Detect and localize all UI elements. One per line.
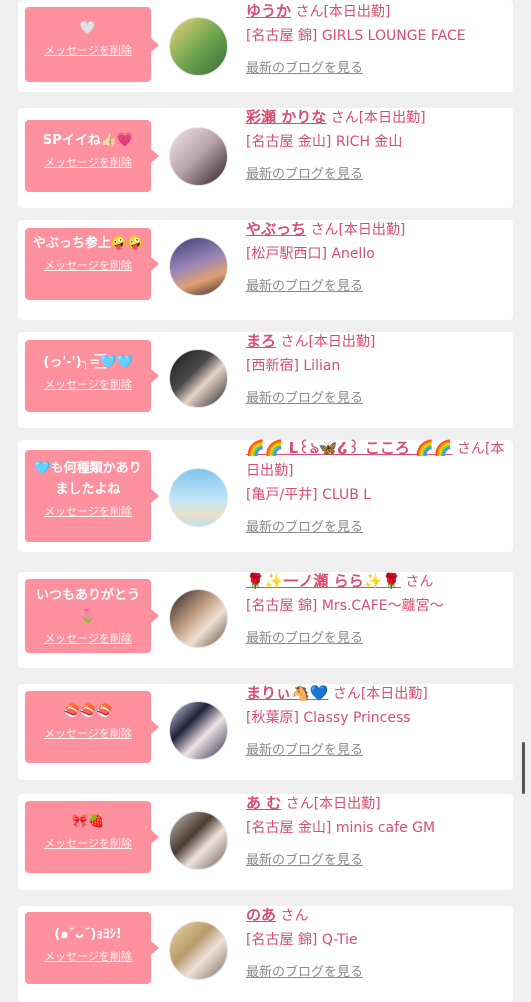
- list-item: 🎀🍓 メッセージを削除 あ む さん[本日出勤] [名古屋 金山] minis …: [18, 794, 513, 890]
- girl-name-link[interactable]: 彩瀬 かりな: [246, 108, 326, 126]
- girl-info: のあ さん [名古屋 錦] Q-Tie 最新のブログを見る: [246, 904, 506, 980]
- girl-info: 🌈🌈 L꒰ঌ🦋໒꒱ こころ 🌈🌈 さん[本日出勤] [亀戸/平井] CLUB L…: [246, 437, 506, 535]
- message-text: 🍣🍣🍣: [63, 704, 113, 719]
- avatar[interactable]: [169, 811, 228, 870]
- honorific-label: さん: [285, 796, 314, 812]
- avatar[interactable]: [169, 701, 228, 760]
- message-text: 🤍: [79, 21, 97, 36]
- latest-blog-link[interactable]: 最新のブログを見る: [246, 57, 363, 76]
- avatar[interactable]: [169, 17, 228, 76]
- message-bubble: 🤍 メッセージを削除: [25, 7, 159, 82]
- list-item: いつもありがとう🌷 メッセージを削除 🌹✨一ノ瀬 らら✨🌹 さん [名古屋 錦]…: [18, 572, 513, 668]
- shop-label: [松戸駅西口] Anello: [246, 246, 375, 262]
- message-text: やぶっち参上🤪🤪: [32, 236, 144, 251]
- girl-info: まろ さん[本日出勤] [西新宿] Lilian 最新のブログを見る: [246, 330, 506, 406]
- girl-name-link[interactable]: 🌈🌈 L꒰ঌ🦋໒꒱ こころ 🌈🌈: [246, 439, 452, 457]
- status-label: [本日出勤]: [323, 4, 391, 20]
- delete-message-link[interactable]: メッセージを削除: [44, 503, 132, 519]
- latest-blog-link[interactable]: 最新のブログを見る: [246, 849, 363, 868]
- delete-message-link[interactable]: メッセージを削除: [44, 835, 132, 851]
- latest-blog-link[interactable]: 最新のブログを見る: [246, 516, 363, 535]
- latest-blog-link[interactable]: 最新のブログを見る: [246, 627, 363, 646]
- message-bubble: (っ'-')╮=͟͟͞͞🩵🩵 メッセージを削除: [25, 340, 159, 412]
- list-item: SPイイね👍🏻💗 メッセージを削除 彩瀬 かりな さん[本日出勤] [名古屋 金…: [18, 108, 513, 208]
- list-item: 🍣🍣🍣 メッセージを削除 まりぃ🐴💙 さん[本日出勤] [秋葉原] Classy…: [18, 684, 513, 780]
- status-label: [本日出勤]: [338, 222, 406, 238]
- girl-name-link[interactable]: まりぃ🐴💙: [246, 684, 328, 702]
- shop-label: [西新宿] Lilian: [246, 358, 341, 374]
- honorific-label: さん: [280, 908, 309, 924]
- status-label: [本日出勤]: [313, 796, 381, 812]
- message-bubble: (๑˘ᴗ˘)ｮﾖｼ! メッセージを削除: [25, 912, 159, 984]
- message-text: いつもありがとう🌷: [35, 588, 140, 624]
- list-item: 🩵も何種類かありましたよね メッセージを削除 🌈🌈 L꒰ঌ🦋໒꒱ こころ 🌈🌈 …: [18, 437, 513, 552]
- honorific-label: さん: [295, 4, 324, 20]
- delete-message-link[interactable]: メッセージを削除: [44, 257, 132, 273]
- message-bubble: 🩵も何種類かありましたよね メッセージを削除: [25, 450, 159, 542]
- list-item: (๑˘ᴗ˘)ｮﾖｼ! メッセージを削除 のあ さん [名古屋 錦] Q-Tie …: [18, 906, 513, 1002]
- shop-label: [亀戸/平井] CLUB L: [246, 487, 372, 503]
- message-bubble: 🎀🍓 メッセージを削除: [25, 801, 159, 873]
- delete-message-link[interactable]: メッセージを削除: [44, 376, 132, 392]
- girl-info: あ む さん[本日出勤] [名古屋 金山] minis cafe GM 最新のブ…: [246, 792, 506, 868]
- message-bubble: やぶっち参上🤪🤪 メッセージを削除: [25, 228, 159, 300]
- delete-message-link[interactable]: メッセージを削除: [44, 42, 132, 58]
- status-label: [本日出勤]: [358, 110, 426, 126]
- shop-label: [名古屋 錦] Q-Tie: [246, 932, 358, 948]
- latest-blog-link[interactable]: 最新のブログを見る: [246, 275, 363, 294]
- shop-label: [名古屋 金山] minis cafe GM: [246, 820, 436, 836]
- girl-name-link[interactable]: あ む: [246, 794, 281, 812]
- message-bubble: 🍣🍣🍣 メッセージを削除: [25, 691, 159, 763]
- delete-message-link[interactable]: メッセージを削除: [44, 630, 132, 646]
- latest-blog-link[interactable]: 最新のブログを見る: [246, 387, 363, 406]
- message-text: 🎀🍓: [71, 814, 105, 829]
- delete-message-link[interactable]: メッセージを削除: [44, 948, 132, 964]
- scrollbar[interactable]: [522, 742, 525, 794]
- avatar[interactable]: [169, 127, 228, 186]
- delete-message-link[interactable]: メッセージを削除: [44, 725, 132, 741]
- message-text: (っ'-')╮=͟͟͞͞🩵🩵: [43, 355, 133, 370]
- honorific-label: さん: [330, 110, 359, 126]
- latest-blog-link[interactable]: 最新のブログを見る: [246, 739, 363, 758]
- status-label: [本日出勤]: [308, 334, 376, 350]
- list-item: 🤍 メッセージを削除 ゆうか さん[本日出勤] [名古屋 錦] GIRLS LO…: [18, 0, 513, 92]
- shop-label: [名古屋 錦] Mrs.CAFE〜離宮〜: [246, 598, 444, 614]
- honorific-label: さん: [405, 574, 434, 590]
- girl-info: やぶっち さん[本日出勤] [松戸駅西口] Anello 最新のブログを見る: [246, 218, 506, 294]
- list-item: やぶっち参上🤪🤪 メッセージを削除 やぶっち さん[本日出勤] [松戸駅西口] …: [18, 220, 513, 320]
- message-text: (๑˘ᴗ˘)ｮﾖｼ!: [54, 927, 122, 942]
- message-text: 🩵も何種類かありましたよね: [34, 461, 142, 497]
- latest-blog-link[interactable]: 最新のブログを見る: [246, 163, 363, 182]
- girl-name-link[interactable]: やぶっち: [246, 220, 306, 238]
- avatar[interactable]: [169, 349, 228, 408]
- honorific-label: さん: [456, 441, 485, 457]
- honorific-label: さん: [332, 686, 361, 702]
- avatar[interactable]: [169, 921, 228, 980]
- message-text: SPイイね👍🏻💗: [42, 133, 134, 148]
- girl-info: 🌹✨一ノ瀬 らら✨🌹 さん [名古屋 錦] Mrs.CAFE〜離宮〜 最新のブロ…: [246, 570, 506, 646]
- message-bubble: SPイイね👍🏻💗 メッセージを削除: [25, 120, 159, 192]
- shop-label: [名古屋 金山] RICH 金山: [246, 134, 403, 150]
- status-label: [本日出勤]: [360, 686, 428, 702]
- girl-name-link[interactable]: まろ: [246, 332, 276, 350]
- avatar[interactable]: [169, 589, 228, 648]
- latest-blog-link[interactable]: 最新のブログを見る: [246, 961, 363, 980]
- girl-name-link[interactable]: のあ: [246, 906, 276, 924]
- girl-name-link[interactable]: ゆうか: [246, 2, 291, 20]
- avatar[interactable]: [169, 468, 228, 527]
- girl-info: ゆうか さん[本日出勤] [名古屋 錦] GIRLS LOUNGE FACE 最…: [246, 0, 506, 76]
- message-bubble: いつもありがとう🌷 メッセージを削除: [25, 579, 159, 653]
- avatar[interactable]: [169, 237, 228, 296]
- list-item: (っ'-')╮=͟͟͞͞🩵🩵 メッセージを削除 まろ さん[本日出勤] [西新宿…: [18, 332, 513, 428]
- shop-label: [名古屋 錦] GIRLS LOUNGE FACE: [246, 28, 466, 44]
- girl-info: まりぃ🐴💙 さん[本日出勤] [秋葉原] Classy Princess 最新の…: [246, 682, 506, 758]
- honorific-label: さん: [280, 334, 309, 350]
- delete-message-link[interactable]: メッセージを削除: [44, 154, 132, 170]
- honorific-label: さん: [310, 222, 339, 238]
- girl-name-link[interactable]: 🌹✨一ノ瀬 らら✨🌹: [246, 572, 401, 590]
- girl-info: 彩瀬 かりな さん[本日出勤] [名古屋 金山] RICH 金山 最新のブログを…: [246, 106, 506, 182]
- shop-label: [秋葉原] Classy Princess: [246, 710, 411, 726]
